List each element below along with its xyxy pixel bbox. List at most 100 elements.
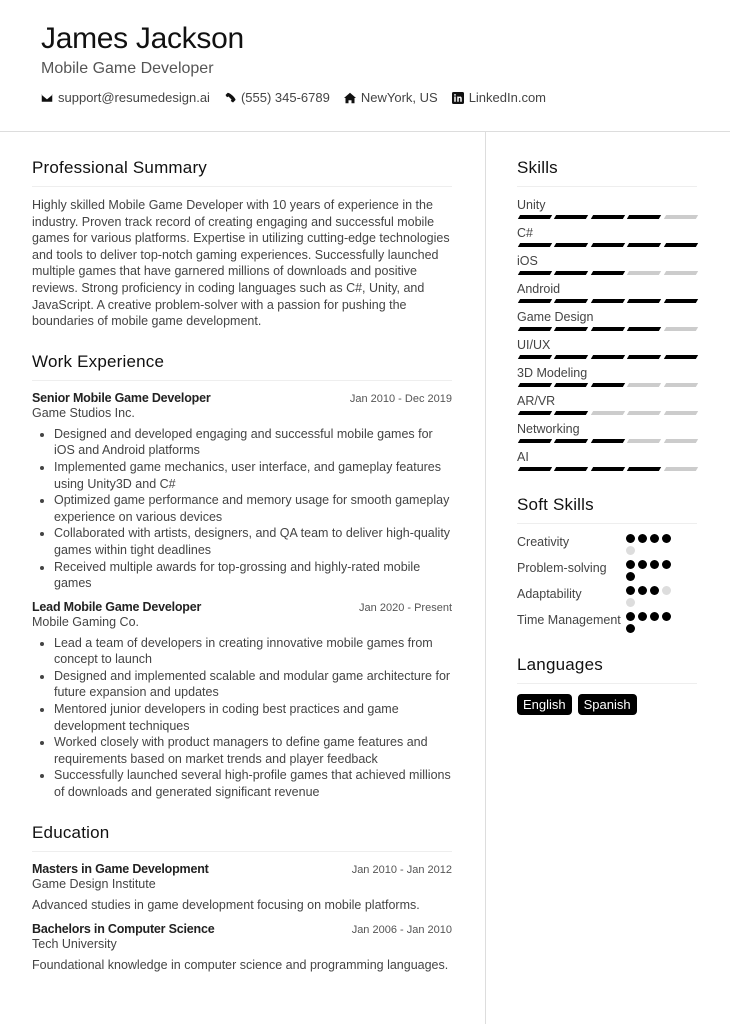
skill-level-segment [590,355,626,359]
main-column: Professional Summary Highly skilled Mobi… [32,158,452,996]
soft-skill-item: Adaptability [517,586,697,607]
rating-dot [625,546,635,555]
skill-level-bar [517,243,699,249]
skill-level-segment [517,355,553,359]
section-title: Languages [517,655,697,684]
job-company: Game Studios Inc. [32,405,135,420]
phone-icon [225,92,236,102]
job-bullet: Designed and implemented scalable and mo… [54,668,452,701]
skill-name: AI [517,450,529,464]
education-dates: Jan 2010 - Jan 2012 [351,863,452,876]
skill-name: iOS [517,254,538,268]
skill-level-segment [517,327,553,331]
skill-list: Unity C# iOS Android Game Design UI/UX 3D Mode… [517,197,699,473]
skill-level-bar [517,355,699,361]
skill-item: 3D Modeling [517,365,699,389]
skill-level-segment [517,215,553,219]
skill-level-segment [590,215,626,219]
skill-level-segment [663,271,699,275]
rating-dot [661,612,671,621]
skill-level-segment [554,411,589,415]
rating-dot [661,586,671,595]
soft-skill-item: Creativity [517,534,697,555]
skill-level-segment [590,439,626,443]
skill-item: C# [517,225,699,249]
skill-level-segment [663,243,699,247]
column-divider [485,132,486,1024]
skill-level-segment [590,411,626,415]
job-bullet: Received multiple awards for top-grossin… [54,559,452,592]
skill-level-segment [590,327,626,331]
language-badge: Spanish [577,694,637,715]
resume-header: James Jackson Mobile Game Developer supp… [0,0,730,132]
rating-dot [649,560,659,569]
soft-skill-list: Creativity Problem-solving Adaptability Tim… [517,534,697,633]
education-school: Tech University [32,937,117,952]
skill-level-bar [517,327,699,333]
skill-level-bar [517,271,699,277]
contact-email[interactable]: support@resumedesign.ai [41,90,210,105]
language-badge: English [517,694,572,715]
skill-level-segment [663,215,699,219]
education-entry: Bachelors in Computer Science Jan 2006 - … [32,922,452,974]
skill-item: Android [517,281,699,305]
soft-skill-rating [625,534,681,555]
skill-item: UI/UX [517,337,699,361]
section-title: Soft Skills [517,495,697,524]
skill-level-segment [627,327,662,331]
skill-level-bar [517,383,699,389]
skill-level-segment [627,439,662,443]
rating-dot [637,612,647,621]
skill-name: 3D Modeling [517,366,588,380]
skill-level-bar [517,411,699,417]
skill-level-segment [590,467,626,471]
skill-level-segment [517,439,553,443]
job-dates: Jan 2010 - Dec 2019 [349,392,452,405]
job-header: Lead Mobile Game Developer Jan 2020 - Pre… [32,600,452,614]
experience-section: Work Experience Senior Mobile Game Devel… [32,352,452,801]
contact-phone[interactable]: (555) 345-6789 [224,90,330,105]
skill-name: Networking [517,422,580,436]
skill-name: AR/VR [517,394,556,408]
skill-level-segment [627,299,662,303]
skill-item: AR/VR [517,393,699,417]
skill-level-segment [590,243,626,247]
job-bullet: Collaborated with artists, designers, an… [54,525,452,558]
skill-level-bar [517,299,699,305]
section-title: Work Experience [32,352,452,381]
job-role: Senior Mobile Game Developer [32,390,211,405]
skill-item: Game Design [517,309,699,333]
skill-item: AI [517,449,699,473]
rating-dot [637,560,647,569]
job-bullet: Implemented game mechanics, user interfa… [54,459,452,492]
education-dates: Jan 2006 - Jan 2010 [351,924,452,937]
skill-level-segment [590,271,626,275]
job-bullet: Successfully launched several high-profi… [54,767,452,800]
skill-level-segment [517,383,553,387]
skill-level-segment [517,299,553,303]
job-header: Senior Mobile Game Developer Jan 2010 - D… [32,391,452,405]
job-bullet: Optimized game performance and memory us… [54,492,452,525]
rating-dot [625,624,635,633]
languages-section: Languages English Spanish [517,655,697,715]
skill-level-segment [663,411,699,415]
skill-level-segment [663,355,699,359]
skill-level-segment [590,383,626,387]
rating-dot [625,534,635,543]
skill-level-segment [554,467,589,471]
skill-item: iOS [517,253,699,277]
rating-dot [637,586,647,595]
candidate-title: Mobile Game Developer [41,60,214,77]
contact-linkedin[interactable]: LinkedIn.com [451,90,546,105]
job-bullet: Lead a team of developers in creating in… [54,635,452,668]
soft-skill-name: Adaptability [517,587,582,601]
job-entry: Lead Mobile Game Developer Jan 2020 - Pre… [32,600,452,801]
job-bullets: Lead a team of developers in creating in… [54,635,452,801]
rating-dot [625,560,635,569]
skill-level-bar [517,215,699,221]
skill-level-segment [627,383,662,387]
soft-skill-rating [625,612,681,633]
education-description: Advanced studies in game development foc… [32,897,420,912]
skill-level-segment [554,383,589,387]
skill-item: Networking [517,421,699,445]
